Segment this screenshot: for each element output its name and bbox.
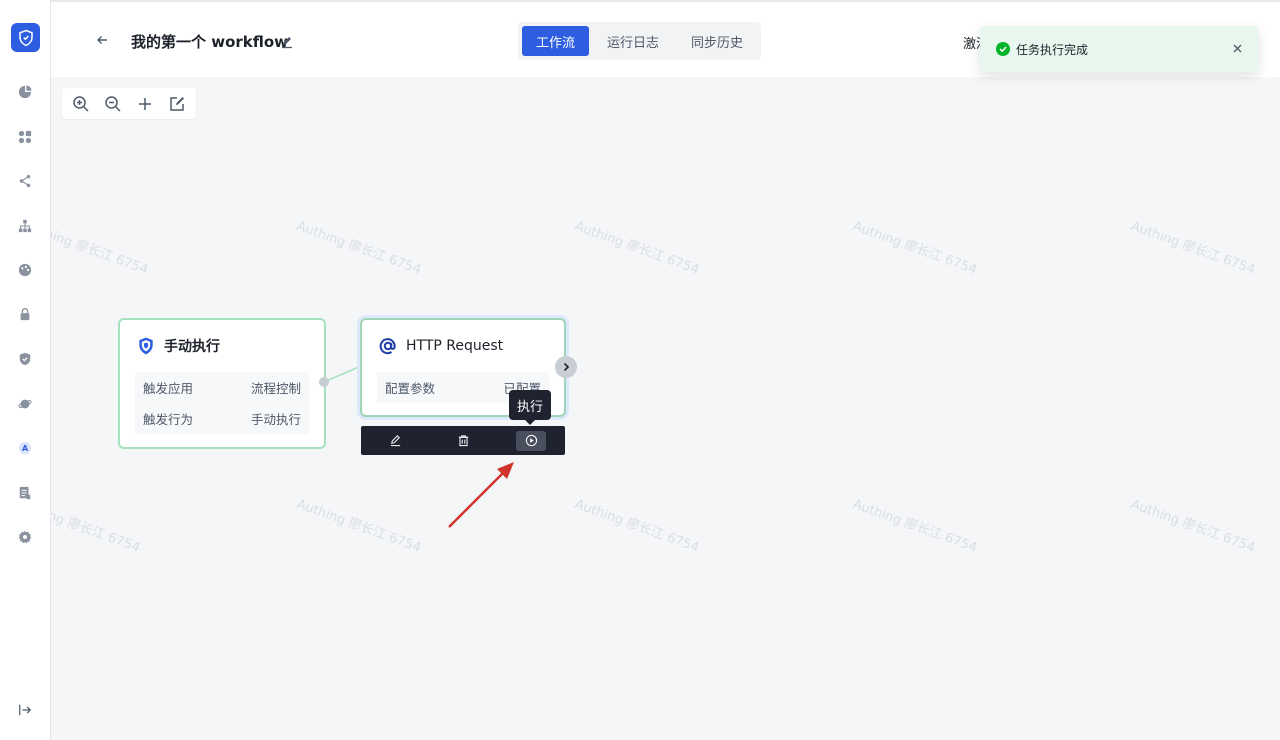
edit-icon[interactable] bbox=[380, 431, 410, 451]
annotation-arrow-icon bbox=[448, 462, 514, 528]
edit-title-icon[interactable] bbox=[280, 34, 294, 49]
toast-message: 任务执行完成 bbox=[1016, 42, 1089, 57]
trigger-node[interactable]: 手动执行 触发应用 流程控制 触发行为 手动执行 bbox=[118, 318, 326, 449]
watermark: Authing 廖长江 6754 bbox=[572, 496, 701, 556]
plus-icon[interactable] bbox=[132, 91, 158, 117]
close-icon[interactable] bbox=[1230, 41, 1244, 55]
pie-chart-icon[interactable] bbox=[17, 84, 33, 100]
view-tabs: 工作流 运行日志 同步历史 bbox=[518, 22, 762, 60]
org-tree-icon[interactable] bbox=[17, 218, 33, 234]
watermark: Authing 廖长江 6754 bbox=[51, 218, 150, 278]
field-label: 配置参数 bbox=[385, 381, 436, 396]
node-title: HTTP Request bbox=[406, 338, 504, 354]
execute-tooltip: 执行 bbox=[509, 390, 552, 425]
field-label: 触发行为 bbox=[143, 412, 194, 427]
palette-icon[interactable] bbox=[17, 262, 33, 278]
watermark: Authing 廖长江 6754 bbox=[572, 218, 701, 278]
chevron-right-icon[interactable] bbox=[555, 356, 577, 378]
apps-icon[interactable] bbox=[17, 129, 33, 145]
watermark: Authing 廖长江 6754 bbox=[850, 496, 979, 556]
share-icon[interactable] bbox=[17, 173, 33, 189]
zoom-in-icon[interactable] bbox=[68, 91, 94, 117]
back-arrow-icon[interactable] bbox=[93, 31, 111, 49]
document-icon[interactable] bbox=[17, 485, 33, 501]
tab-sync-history[interactable]: 同步历史 bbox=[677, 26, 757, 56]
check-circle-icon bbox=[996, 42, 1010, 56]
watermark: Authing 廖长江 6754 bbox=[1128, 496, 1257, 556]
watermark: Authing 廖长江 6754 bbox=[1128, 218, 1257, 278]
tab-run-logs[interactable]: 运行日志 bbox=[593, 26, 673, 56]
field-label: 触发应用 bbox=[143, 381, 194, 396]
node-action-toolbar bbox=[361, 426, 565, 455]
shield-icon bbox=[139, 337, 153, 355]
watermark: Authing 廖长江 6754 bbox=[850, 218, 979, 278]
shield-check-icon[interactable] bbox=[17, 351, 33, 367]
success-toast: 任务执行完成 bbox=[980, 26, 1258, 72]
node-field-row: 触发行为 手动执行 bbox=[135, 403, 309, 434]
collapse-icon[interactable] bbox=[17, 702, 33, 718]
zoom-toolbar bbox=[62, 88, 196, 119]
gear-icon[interactable] bbox=[17, 529, 33, 545]
at-icon bbox=[379, 338, 396, 355]
field-value: 流程控制 bbox=[250, 381, 301, 396]
play-circle-icon[interactable] bbox=[516, 430, 546, 451]
field-value: 手动执行 bbox=[250, 412, 301, 427]
planet-icon[interactable] bbox=[17, 396, 33, 412]
workflow-title: 我的第一个 workflow bbox=[131, 33, 289, 51]
trash-icon[interactable] bbox=[448, 431, 478, 451]
svg-text:A: A bbox=[22, 444, 29, 453]
node-field-row: 触发应用 流程控制 bbox=[135, 372, 309, 403]
node-output-port[interactable] bbox=[319, 377, 329, 387]
shield-logo-icon[interactable] bbox=[11, 23, 40, 52]
tab-workflow[interactable]: 工作流 bbox=[522, 26, 590, 56]
sidebar: A bbox=[0, 0, 51, 740]
watermark: Authing 廖长江 6754 bbox=[294, 218, 423, 278]
watermark: Authing 廖长江 6754 bbox=[51, 496, 142, 556]
node-title: 手动执行 bbox=[164, 339, 220, 355]
zoom-out-icon[interactable] bbox=[100, 91, 126, 117]
lock-icon[interactable] bbox=[17, 306, 33, 322]
workflow-canvas[interactable]: Authing 廖长江 6754 Authing 廖长江 6754 Authin… bbox=[51, 77, 1280, 740]
activate-label[interactable]: 激活 bbox=[963, 33, 980, 52]
edit-square-icon[interactable] bbox=[164, 91, 190, 117]
a-circle-icon[interactable]: A bbox=[17, 440, 33, 456]
watermark: Authing 廖长江 6754 bbox=[294, 496, 423, 556]
